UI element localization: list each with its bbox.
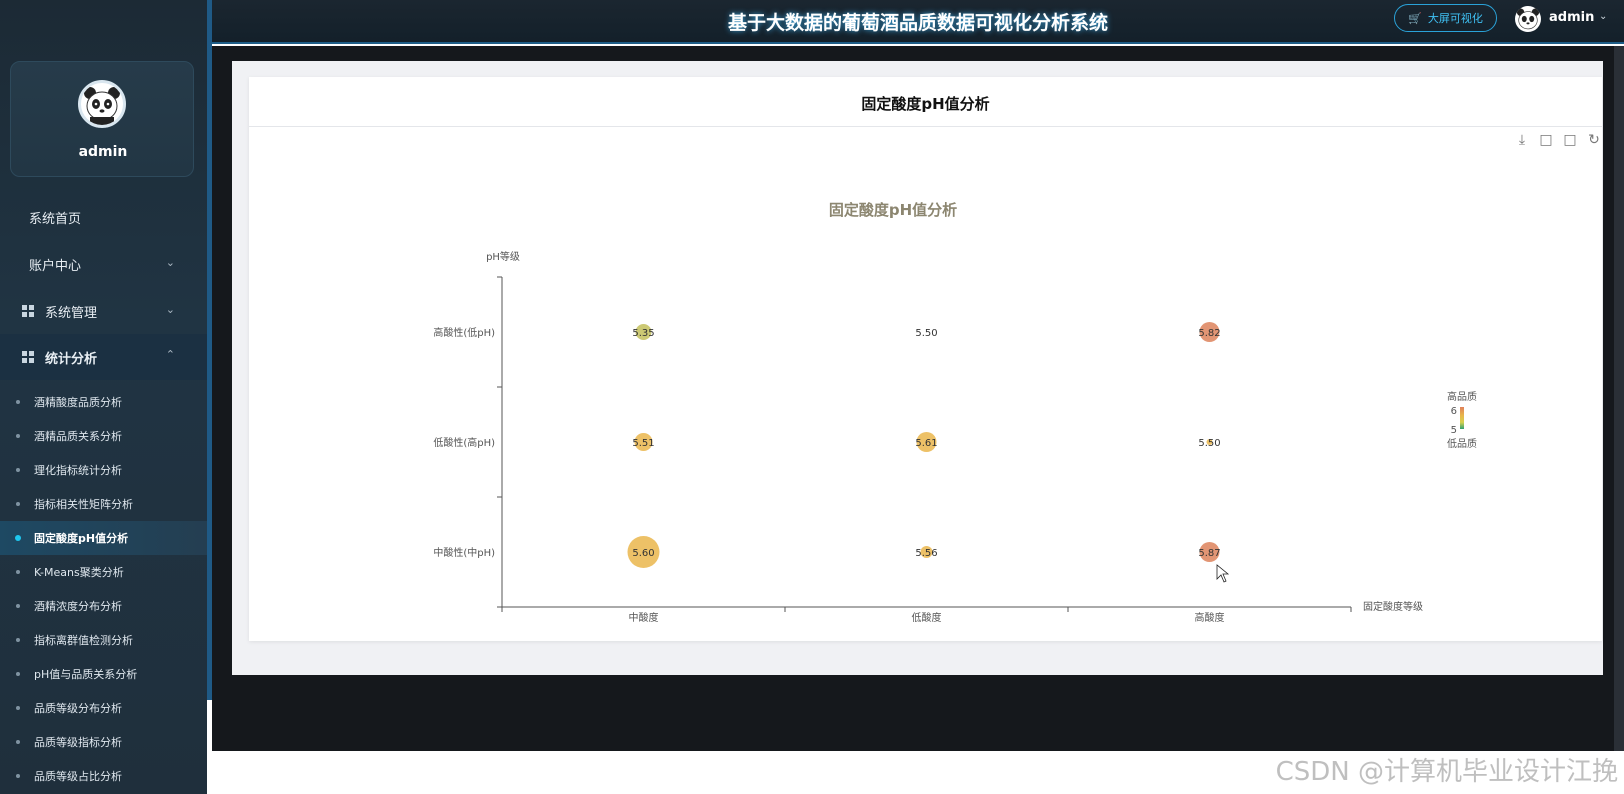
sidebar-subitem[interactable]: pH值与品质关系分析 [0,657,207,691]
sidebar-subitem[interactable]: 品质等级占比分析 [0,759,207,793]
sidebar-subitem[interactable]: 固定酸度pH值分析 [0,521,207,555]
legend-min: 5 [1451,425,1457,436]
chart-card: 固定酸度pH值分析 ⤓ □ □ ↻ 固定酸度pH值分析 pH等级 固定酸度等级 中酸性… [249,77,1602,641]
sidebar-subitem-label: 指标相关性矩阵分析 [34,498,133,511]
menu-item-account[interactable]: 账户中心 ⌄ [0,241,207,287]
legend-gradient-bar [1460,407,1464,429]
data-label: 5.50 [915,328,937,339]
sidebar-subitem-label: 品质等级分布分析 [34,702,122,715]
data-label: 5.35 [632,328,654,339]
data-label: 5.60 [632,548,654,559]
grid-icon [22,351,34,363]
data-label: 5.51 [632,438,654,449]
cursor-icon [1216,564,1230,583]
sidebar-subitem[interactable]: 酒精酸度品质分析 [0,385,207,419]
sidebar-subitem-label: 酒精浓度分布分析 [34,600,122,613]
y-tick-label: 中酸性(中pH) [433,546,495,559]
sidebar-subitem[interactable]: 指标相关性矩阵分析 [0,487,207,521]
menu-item-system[interactable]: 系统管理 ⌄ [0,288,207,334]
panda-icon [84,87,120,125]
data-label: 5.50 [1198,438,1220,449]
y-tick-label: 低酸性(高pH) [433,436,495,449]
sidebar-subitem[interactable]: 理化指标统计分析 [0,453,207,487]
chart-title: 固定酸度pH值分析 [829,201,957,219]
x-axis-label: 固定酸度等级 [1363,600,1423,613]
sidebar-subitem-label: 品质等级占比分析 [34,770,122,783]
chevron-down-icon[interactable]: ⌄ [1599,11,1607,22]
chevron-down-icon: ⌄ [165,303,175,316]
sidebar-subitem-label: K-Means聚类分析 [34,566,124,579]
avatar[interactable] [78,80,126,128]
header-avatar[interactable] [1515,6,1541,32]
header-username[interactable]: admin [1549,10,1594,25]
sidebar: admin 系统首页 账户中心 ⌄ 系统管理 ⌄ 统计分析 ⌃ 酒精酸度品质分析… [0,0,207,794]
bullet-icon [16,740,20,744]
chevron-up-icon: ⌃ [165,348,175,361]
sidebar-subitem-label: 品质等级指标分析 [34,736,122,749]
bigscreen-label: 大屏可视化 [1427,12,1483,25]
profile-name: admin [78,144,128,160]
menu-item-label: 统计分析 [45,351,98,367]
chevron-down-icon: ⌄ [165,256,175,269]
scatter-chart: 固定酸度pH值分析 pH等级固定酸度等级 中酸性(中pH) 低酸性(高pH) 高酸性(低… [433,201,1477,624]
x-tick-label: 低酸度 [912,611,942,624]
menu-item-home[interactable]: 系统首页 [0,194,207,240]
menu-item-label: 系统管理 [45,305,98,321]
sidebar-subitem[interactable]: 酒精品质关系分析 [0,419,207,453]
legend-low-label: 低品质 [1447,437,1477,450]
sidebar-subitem[interactable]: 指标离群值检测分析 [0,623,207,657]
top-header: 基于大数据的葡萄酒品质数据可视化分析系统 🛒 大屏可视化 admin ⌄ [212,0,1624,44]
bullet-icon [16,468,20,472]
x-tick-label: 中酸度 [629,611,659,624]
sidebar-subitem[interactable]: 品质等级分布分析 [0,691,207,725]
sidebar-subitem-label: 指标离群值检测分析 [34,634,133,647]
x-tick-label: 高酸度 [1195,611,1225,624]
data-label: 5.56 [915,548,937,559]
sidebar-subitem-label: 固定酸度pH值分析 [34,532,129,545]
legend-max: 6 [1451,406,1457,417]
bullet-icon [16,706,20,710]
sidebar-subitem[interactable]: K-Means聚类分析 [0,555,207,589]
sidebar-subitem-label: pH值与品质关系分析 [34,668,138,681]
menu-item-stats[interactable]: 统计分析 ⌃ [0,334,207,380]
data-label: 5.87 [1198,548,1220,559]
bigscreen-button[interactable]: 🛒 大屏可视化 [1394,4,1497,32]
bullet-icon [16,638,20,642]
bullet-icon [16,604,20,608]
bullet-icon [15,535,21,541]
watermark: CSDN @计算机毕业设计江挽 [1275,757,1618,787]
profile-card: admin [10,61,194,177]
scrollbar-track[interactable] [1614,46,1624,751]
y-axis-label: pH等级 [486,250,520,263]
data-label: 5.82 [1198,328,1220,339]
bullet-icon [16,774,20,778]
card-title: 固定酸度pH值分析 [861,95,990,113]
sidebar-subitem[interactable]: 酒精浓度分布分析 [0,589,207,623]
y-tick-label: 高酸性(低pH) [433,326,495,339]
data-label: 5.61 [915,438,937,449]
bullet-icon [16,672,20,676]
sidebar-subitem[interactable]: 品质等级指标分析 [0,725,207,759]
menu-item-label: 账户中心 [29,258,82,274]
grid-icon [22,305,34,317]
sidebar-subitem-label: 理化指标统计分析 [34,464,122,477]
panda-icon [1516,8,1540,30]
legend-high-label: 高品质 [1447,390,1477,403]
bullet-icon [16,434,20,438]
menu-item-label: 系统首页 [29,211,82,227]
cart-icon: 🛒 [1408,11,1422,25]
bullet-icon [16,570,20,574]
bullet-icon [16,502,20,506]
sidebar-subitem-label: 酒精酸度品质分析 [34,396,122,409]
bullet-icon [16,400,20,404]
sidebar-subitem-label: 酒精品质关系分析 [34,430,122,443]
